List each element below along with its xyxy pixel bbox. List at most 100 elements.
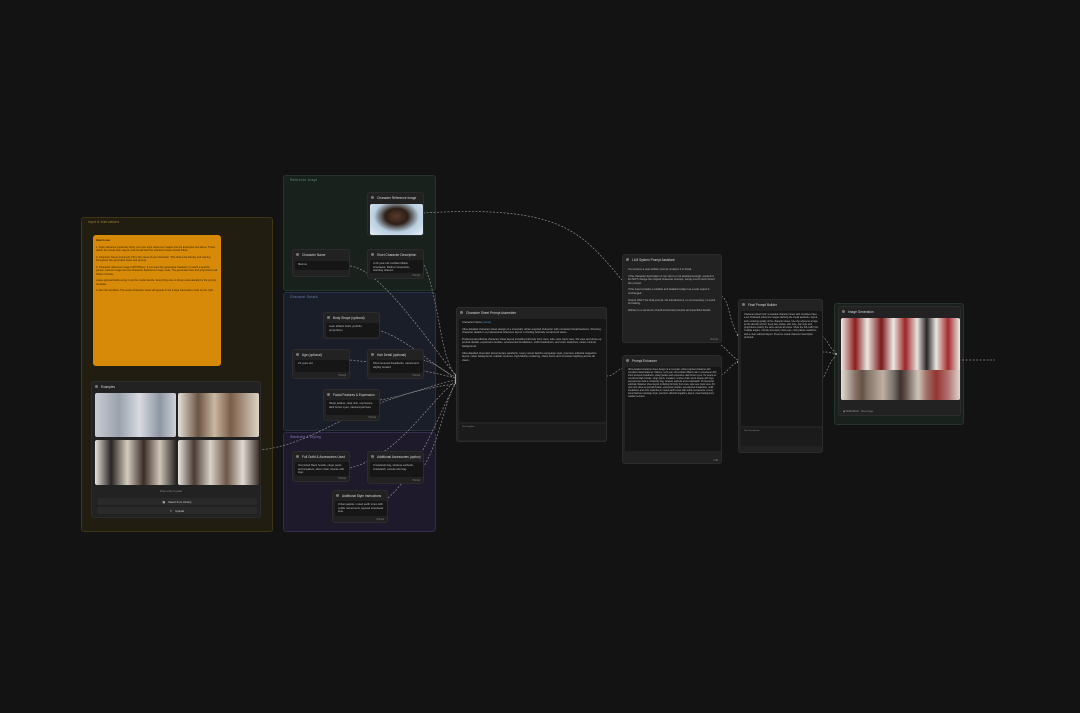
template-preview: Text Template [459, 424, 606, 440]
hair-detail-footer: Prompt [412, 375, 420, 377]
note-paragraph-3: 3. Character reference image (OPTIONAL):… [96, 265, 218, 276]
workflow-canvas[interactable]: Input & Instructions Reference Image Cha… [0, 0, 1080, 713]
image-generation-badge: SEEDREAM [845, 411, 859, 413]
example-image-2[interactable] [178, 393, 259, 437]
group-reference-title: Reference Image [290, 178, 318, 182]
hair-detail-title: Hair Detail (optional) [377, 352, 407, 357]
template-variable-name: {name} [482, 321, 491, 324]
prompt-enhancer-field[interactable]: Ultra-detailed character sheet design of… [625, 367, 721, 451]
additional-accessories-footer: Prompt [412, 480, 420, 482]
character-name-field[interactable]: Marcus [295, 261, 349, 270]
final-prompt-field[interactable]: Character sheet brief: a detailed charac… [741, 311, 822, 426]
node-status-dot [327, 393, 330, 396]
age-field[interactable]: 24 years old [295, 360, 349, 372]
short-description-node[interactable]: Short Character Description A 24-year-ol… [367, 249, 424, 279]
node-status-dot [296, 353, 299, 356]
additional-style-node[interactable]: Additional Style Instructions Urban pale… [332, 490, 388, 523]
body-shape-field[interactable]: Lean athletic build, youthful proportion… [326, 323, 379, 337]
select-from-library-label: Select from Library [168, 499, 192, 504]
llm-system-prompt-field[interactable]: You receive a user-written prompt. Analy… [625, 266, 721, 336]
node-status-dot [460, 311, 463, 314]
image-generation-node[interactable]: Image Generation ▣ SEEDREAM · Save Image [838, 306, 961, 416]
outfit-node[interactable]: Full Outfit & Accessories Used Oversized… [292, 451, 350, 482]
sheet-bottom-strip [841, 370, 960, 400]
prompt-template-field[interactable]: Character Name {name} Ultra-detailed cha… [459, 319, 606, 422]
node-status-dot [371, 353, 374, 356]
prompt-enhancer-node[interactable]: Prompt Enhancer Ultra-detailed character… [622, 355, 722, 464]
outfit-title: Full Outfit & Accessories Used [302, 454, 345, 459]
llm-footer: Prompt [710, 339, 718, 341]
note-paragraph-1: 1. Style reference (optional): Drop your… [96, 245, 216, 253]
upload-label: Upload [175, 508, 185, 513]
facial-features-title: Facial Features & Expression [333, 392, 375, 397]
template-label: Character Name [462, 321, 482, 324]
body-shape-title: Body Shape (optional) [333, 315, 365, 320]
character-reference-node[interactable]: Character Reference Image [367, 192, 424, 236]
image-generation-footer-text: Save Image [860, 411, 874, 413]
note-paragraph-5: 4. Run the workflow. The output characte… [96, 289, 214, 292]
facial-features-node[interactable]: Facial Features & Expression Sharp jawli… [323, 389, 380, 421]
examples-drop-hint: Drop a file or paste [160, 490, 182, 493]
prompt-assembler-node[interactable]: Character Sheet Prompt Assembler Charact… [456, 307, 607, 442]
node-status-dot [371, 196, 374, 199]
additional-accessories-title: Additional Accessories (option) [377, 454, 421, 459]
library-icon: ▦ [162, 499, 166, 504]
reference-photo[interactable] [370, 204, 423, 235]
upload-button[interactable]: ⇧ Upload [97, 507, 257, 514]
node-status-dot [371, 253, 374, 256]
template-paragraph-3: Ultra-detailed cinematic documentary aes… [462, 351, 597, 362]
select-from-library-button[interactable]: ▦ Select from Library [97, 498, 257, 505]
facial-features-field[interactable]: Sharp jawline, clear skin, expressive da… [326, 400, 379, 415]
node-status-dot [371, 455, 374, 458]
node-status-dot [626, 359, 629, 362]
node-status-dot [842, 310, 845, 313]
additional-accessories-node[interactable]: Additional Accessories (option) Crossbod… [367, 451, 424, 484]
additional-style-title: Additional Style Instructions [342, 493, 382, 498]
generated-character-sheet[interactable] [841, 318, 960, 400]
node-status-dot [742, 303, 745, 306]
examples-node[interactable]: Examples Drop a file or paste ▦ Select fr… [91, 381, 261, 518]
examples-title: Examples [101, 384, 115, 389]
outfit-field[interactable]: Oversized black hoodie, cargo pants and … [295, 462, 349, 476]
llm-system-prompt-node[interactable]: LLM System Prompt Assistant You receive … [622, 254, 722, 343]
image-generation-footer: ▣ SEEDREAM · Save Image [843, 411, 874, 413]
llm-system-prompt-title: LLM System Prompt Assistant [632, 257, 675, 262]
character-name-node[interactable]: Character Name Marcus [292, 249, 350, 277]
example-image-3[interactable] [95, 440, 176, 485]
node-status-dot [296, 455, 299, 458]
node-status-dot [336, 494, 339, 497]
prompt-enhancer-footer: LLM [713, 460, 718, 462]
hair-detail-node[interactable]: Hair Detail (optional) Short textured dr… [367, 349, 424, 379]
template-paragraph-2: Professional editorial character sheet l… [462, 337, 602, 348]
instructions-note: How to use 1. Style reference (optional)… [93, 235, 221, 366]
llm-line-5: Refrain to a sentence of well-structured… [628, 308, 712, 312]
llm-line-4: Output ONLY the final prompt. No introdu… [628, 298, 716, 306]
outfit-footer: Prompt [338, 478, 346, 480]
llm-line-2: If the character description is too shor… [628, 274, 715, 285]
example-image-4[interactable] [178, 440, 259, 485]
final-prompt-preview: Text Concatenate [741, 428, 822, 446]
prompt-enhancer-title: Prompt Enhancer [632, 358, 657, 363]
group-inputs-title: Input & Instructions [88, 220, 120, 224]
example-image-1[interactable] [95, 393, 176, 437]
age-node[interactable]: Age (optional) 24 years old Prompt [292, 349, 350, 379]
body-shape-node[interactable]: Body Shape (optional) Lean athletic buil… [323, 312, 380, 339]
short-description-field[interactable]: A 24-year-old confident Black streetwear… [370, 260, 423, 273]
additional-style-field[interactable]: Urban palette, muted earth tones with su… [335, 501, 387, 516]
additional-accessories-field[interactable]: Crossbody bag, wireless earbuds, wristwa… [370, 462, 423, 477]
hair-detail-field[interactable]: Short textured dreadlocks, natural and s… [370, 360, 423, 373]
additional-style-footer: Prompt [376, 519, 384, 521]
llm-line-1: You receive a user-written prompt. Analy… [628, 268, 692, 271]
character-name-title: Character Name [302, 252, 326, 257]
prompt-assembler-title: Character Sheet Prompt Assembler [466, 310, 517, 315]
template-preview-text: Text Template [462, 426, 475, 428]
final-prompt-preview-text: Text Concatenate [744, 430, 760, 432]
short-description-footer: Prompt [412, 275, 420, 277]
note-paragraph-2: 2. Character Name (required): Fill in th… [96, 255, 211, 263]
final-prompt-node[interactable]: Final Prompt Builder Character sheet bri… [738, 299, 823, 453]
image-generation-title: Image Generation [848, 309, 874, 314]
node-status-dot [95, 385, 98, 388]
group-character-title: Character Details [290, 295, 319, 299]
node-status-dot [327, 316, 330, 319]
note-paragraph-4: Leave optional fields empty to let the m… [96, 279, 217, 286]
